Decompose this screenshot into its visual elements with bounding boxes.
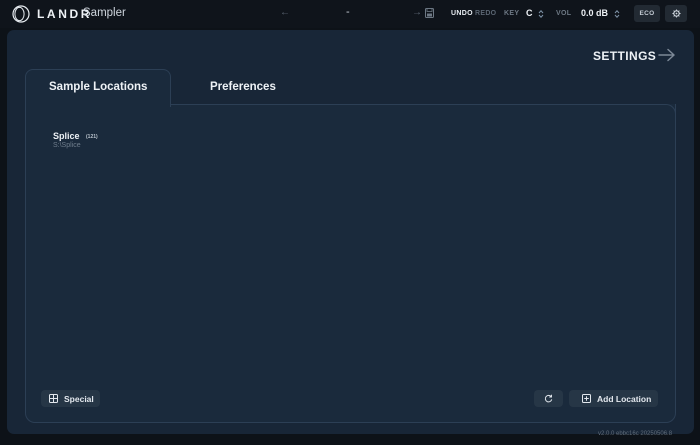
content-border [170,104,663,105]
settings-button[interactable] [665,5,687,22]
special-button-label: Special [64,393,94,404]
locations-content [25,104,676,423]
save-icon[interactable] [425,8,434,18]
top-bar: LANDR Sampler ← - → UNDO REDO KEY C VOL … [0,0,700,28]
vol-value[interactable]: 0.0 dB [581,8,608,18]
arrow-left-icon[interactable]: ← [280,7,290,18]
location-name[interactable]: Splice [53,131,80,141]
eco-button[interactable]: ECO [634,5,660,22]
tab-sample-locations-label[interactable]: Sample Locations [49,81,147,93]
special-button[interactable]: Special [41,390,100,407]
location-count: (121) [86,134,98,140]
version-text: v2.0.0 ebbc16c 20250506.8 [598,431,673,437]
add-icon [582,394,591,403]
add-location-label: Add Location [597,393,652,404]
redo-button[interactable]: REDO [475,10,496,17]
gear-icon [671,9,681,18]
add-location-button[interactable]: Add Location [569,390,658,407]
landr-logo-icon[interactable] [12,5,30,23]
arrow-right-icon[interactable]: → [412,7,422,18]
refresh-icon [544,394,553,403]
preset-name[interactable]: - [346,6,350,18]
page-title: SETTINGS [593,49,657,63]
arrow-right-icon[interactable] [658,48,676,62]
refresh-button[interactable] [534,390,563,407]
app-name: Sampler [83,7,126,19]
key-value[interactable]: C [526,8,533,18]
special-icon [49,394,58,403]
key-label: KEY [504,10,520,17]
undo-button[interactable]: UNDO [451,10,473,17]
location-path: S:\Splice [53,142,81,149]
vol-label: VOL [556,10,572,17]
vol-updown-icon[interactable] [614,9,620,19]
key-updown-icon[interactable] [538,9,544,19]
tab-preferences[interactable]: Preferences [210,81,276,93]
